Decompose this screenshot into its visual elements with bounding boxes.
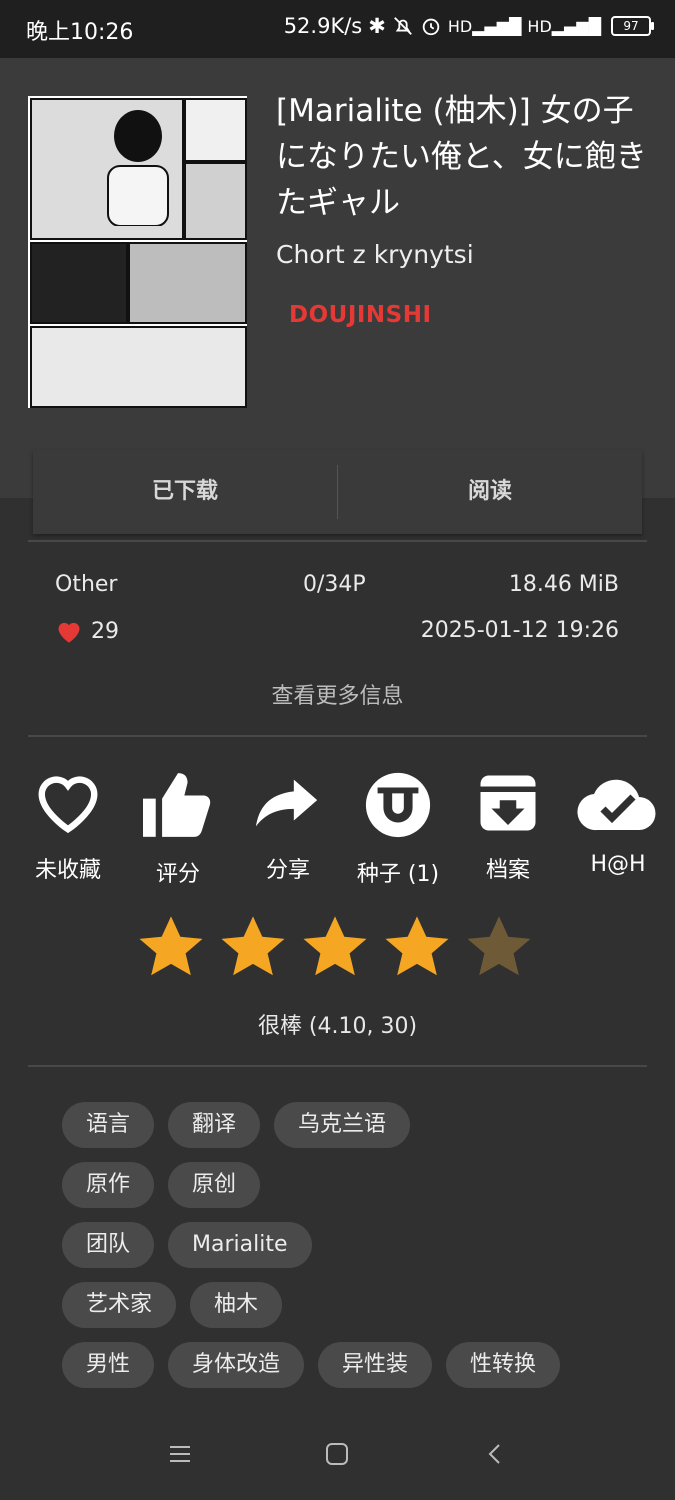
archive-button[interactable]: 档案 xyxy=(453,770,563,884)
tag-chip[interactable]: 原创 xyxy=(168,1162,261,1208)
navigation-bar xyxy=(0,1420,675,1500)
rate-label: 评分 xyxy=(155,862,200,887)
menu-icon[interactable] xyxy=(168,1442,192,1466)
tag-row: 男性 身体改造 异性装 性转换 xyxy=(62,1342,652,1388)
archive-icon xyxy=(480,775,536,831)
tag-section: 语言 翻译 乌克兰语 原作 原创 团队 Marialite 艺术家 柚木 男性 身体改造 异性装 性转换 xyxy=(62,1102,652,1402)
tag-row: 原作 原创 xyxy=(62,1162,652,1208)
star-filled-icon[interactable] xyxy=(218,912,288,982)
tag-chip[interactable]: 乌克兰语 xyxy=(274,1102,411,1148)
tag-chip[interactable]: Marialite xyxy=(168,1222,312,1268)
size-value: 18.46 MiB xyxy=(508,572,619,597)
bluetooth-icon: ✱ xyxy=(368,14,386,38)
read-button[interactable]: 阅读 xyxy=(338,450,642,534)
heart-outline-icon xyxy=(38,776,98,834)
favorites-value: 29 xyxy=(91,618,119,644)
rating-stars[interactable] xyxy=(136,912,534,982)
favorites-count: 29 xyxy=(55,618,119,644)
language-value: Other xyxy=(55,572,118,597)
status-bar: 晚上10:26 52.9K/s ✱ HD▂▄▆█ HD▂▄▆█ 97 xyxy=(0,0,675,58)
divider xyxy=(28,735,647,737)
rate-button[interactable]: 评分 xyxy=(123,770,233,888)
tag-namespace[interactable]: 艺术家 xyxy=(62,1282,177,1328)
torrent-icon xyxy=(365,772,431,838)
heart-icon xyxy=(58,622,80,643)
net-speed: 52.9K/s xyxy=(283,14,363,38)
share-label: 分享 xyxy=(265,858,310,883)
share-icon xyxy=(255,779,318,827)
status-icons: 52.9K/s ✱ HD▂▄▆█ HD▂▄▆█ 97 xyxy=(283,14,654,38)
back-icon[interactable] xyxy=(484,1442,508,1466)
thumbs-up-icon xyxy=(143,773,211,837)
tag-namespace[interactable]: 原作 xyxy=(62,1162,155,1208)
tag-namespace[interactable]: 男性 xyxy=(62,1342,155,1388)
star-filled-icon[interactable] xyxy=(382,912,452,982)
tag-chip[interactable]: 翻译 xyxy=(168,1102,261,1148)
tag-row: 语言 翻译 乌克兰语 xyxy=(62,1102,652,1148)
battery-icon: 97 xyxy=(611,16,654,36)
tag-row: 艺术家 柚木 xyxy=(62,1282,652,1328)
tag-namespace[interactable]: 语言 xyxy=(62,1102,155,1148)
favorite-label: 未收藏 xyxy=(34,858,101,883)
bell-off-icon xyxy=(393,17,412,35)
divider xyxy=(28,1065,647,1067)
tag-chip[interactable]: 柚木 xyxy=(190,1282,283,1328)
category-label[interactable]: DOUJINSHI xyxy=(289,302,432,328)
tag-chip[interactable]: 性转换 xyxy=(446,1342,561,1388)
home-icon[interactable] xyxy=(325,1442,349,1466)
tag-row: 团队 Marialite xyxy=(62,1222,652,1268)
rating-text: 很棒 (4.10, 30) xyxy=(257,1014,418,1039)
alarm-icon xyxy=(422,18,440,36)
downloaded-button[interactable]: 已下载 xyxy=(33,450,337,534)
share-button[interactable]: 分享 xyxy=(233,770,343,884)
hath-label: H@H xyxy=(590,852,646,877)
hath-button[interactable]: H@H xyxy=(563,770,673,877)
gallery-header: [Marialite (柚木)] 女の子になりたい俺と、女に飽きたギャル Cho… xyxy=(0,58,675,498)
tag-namespace[interactable]: 团队 xyxy=(62,1222,155,1268)
cloud-check-icon xyxy=(577,779,656,831)
gallery-title: [Marialite (柚木)] 女の子になりたい俺と、女に飽きたギャル xyxy=(276,93,647,221)
cover-image[interactable] xyxy=(28,96,247,408)
more-info-link[interactable]: 查看更多信息 xyxy=(0,678,675,710)
posted-date: 2025-01-12 19:26 xyxy=(420,618,619,643)
torrent-label: 种子 (1) xyxy=(356,862,440,887)
torrent-button[interactable]: 种子 (1) xyxy=(343,770,453,888)
divider xyxy=(28,540,647,542)
tag-chip[interactable]: 身体改造 xyxy=(168,1342,305,1388)
star-empty-icon[interactable] xyxy=(464,912,534,982)
hd-signal-icon-2: HD▂▄▆█ xyxy=(527,16,601,36)
gallery-artist[interactable]: Chort z krynytsi xyxy=(276,240,474,269)
archive-label: 档案 xyxy=(485,858,530,883)
hd-signal-icon: HD▂▄▆█ xyxy=(447,16,522,36)
favorite-button[interactable]: 未收藏 xyxy=(13,770,123,884)
download-read-bar: 已下载 阅读 xyxy=(33,450,642,534)
star-filled-icon[interactable] xyxy=(136,912,206,982)
star-filled-icon[interactable] xyxy=(300,912,370,982)
status-time: 晚上10:26 xyxy=(26,20,134,45)
pages-value: 0/34P xyxy=(303,572,366,597)
tag-chip[interactable]: 异性装 xyxy=(318,1342,433,1388)
